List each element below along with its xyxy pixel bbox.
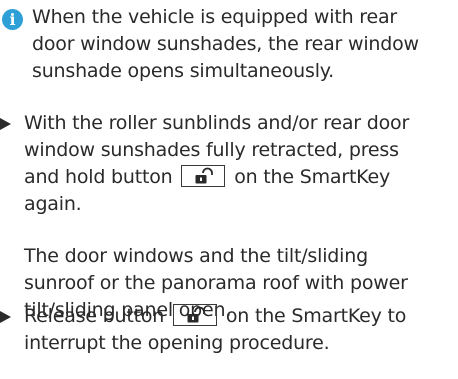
unlock-icon bbox=[187, 306, 205, 323]
info-icon: i bbox=[2, 9, 23, 30]
step-bullet-icon bbox=[0, 118, 11, 130]
step1-line2: window sunshades fully retracted, press bbox=[24, 139, 399, 161]
step-text: Release button on the SmartKey to interr… bbox=[0, 303, 456, 357]
step1-line4: again. bbox=[24, 193, 82, 215]
info-note-line3: sunshade opens simultaneously. bbox=[32, 60, 334, 82]
result-line1: The door windows and the tilt/sliding bbox=[24, 245, 368, 267]
step1-line3: and hold button on the SmartKey bbox=[24, 165, 391, 188]
step-release: Release button on the SmartKey to interr… bbox=[0, 303, 456, 357]
step2-line2: interrupt the opening procedure. bbox=[24, 332, 330, 354]
smartkey-unlock-button bbox=[181, 165, 226, 187]
result-line2: sunroof or the panorama roof with power bbox=[24, 272, 408, 294]
info-note-line1: i When the vehicle is equipped with rear bbox=[0, 6, 397, 30]
unlock-icon bbox=[195, 167, 214, 184]
step2-line1: Release button on the SmartKey to bbox=[24, 304, 407, 327]
step-bullet-icon bbox=[0, 311, 11, 323]
step-text: With the roller sunblinds and/or rear do… bbox=[0, 110, 456, 218]
info-note-line2: door window sunshades, the rear window bbox=[32, 33, 419, 55]
manual-page: i When the vehicle is equipped with rear … bbox=[0, 0, 458, 379]
info-note: i When the vehicle is equipped with rear … bbox=[0, 4, 456, 85]
step-press-and-hold: With the roller sunblinds and/or rear do… bbox=[0, 110, 456, 218]
step1-line1: With the roller sunblinds and/or rear do… bbox=[24, 112, 410, 134]
smartkey-unlock-button bbox=[173, 304, 217, 326]
